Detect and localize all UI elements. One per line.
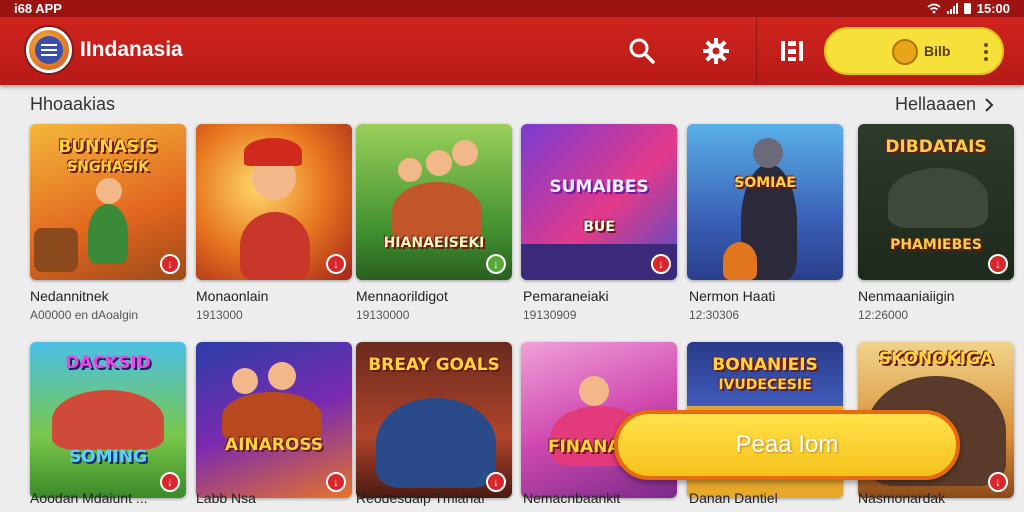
- search-button[interactable]: [624, 33, 660, 69]
- game-meta: 19130909: [523, 308, 577, 322]
- card-art-title: AINAROSS: [224, 435, 324, 455]
- chevron-right-icon: [985, 97, 994, 112]
- settings-button[interactable]: [698, 33, 734, 69]
- game-card[interactable]: BUNNASIS SNGHASIK ↓: [30, 124, 186, 280]
- character-head: [96, 178, 122, 204]
- more-icon[interactable]: [976, 37, 996, 67]
- game-card[interactable]: ↓: [196, 124, 352, 280]
- game-meta: 1913000: [196, 308, 243, 322]
- game-name[interactable]: Nenmaaniaiigin: [858, 288, 955, 304]
- game-meta: 12:30306: [689, 308, 740, 322]
- card-art-subtitle: SNGHASIK: [67, 159, 149, 175]
- character-head: [452, 140, 478, 166]
- game-meta: 12:26000: [858, 308, 909, 322]
- game-name[interactable]: Reodesdaip Tmlahaı: [356, 490, 485, 506]
- game-name[interactable]: Pemaraneiaki: [523, 288, 609, 304]
- see-all-link[interactable]: Hellaaaen: [895, 94, 994, 115]
- status-icons: 15:00: [927, 1, 1010, 16]
- coins-pill[interactable]: Bilb: [824, 27, 1004, 75]
- app-title: IIndanasia: [80, 38, 183, 61]
- card-art-subtitle: IVUDECESIE: [718, 377, 812, 393]
- download-icon[interactable]: ↓: [160, 472, 180, 492]
- character-head: [753, 138, 783, 168]
- card-art-title: SOMIAE: [734, 175, 796, 191]
- app-label: i68 APP: [14, 1, 62, 16]
- card-art-title: BUNNASIS: [58, 137, 158, 157]
- download-icon[interactable]: ↓: [988, 472, 1008, 492]
- download-icon[interactable]: ↓: [486, 254, 506, 274]
- card-art-title: SUMAIBES: [549, 177, 649, 197]
- coins-label: Bilb: [924, 43, 951, 59]
- character-head: [398, 158, 422, 182]
- game-meta: 19130000: [356, 308, 410, 322]
- download-icon[interactable]: ↓: [326, 472, 346, 492]
- menu-icon: [41, 44, 57, 56]
- game-name[interactable]: Mennaorildigot: [356, 288, 448, 304]
- game-name[interactable]: Nemacnbaankit: [523, 490, 620, 506]
- filter-button[interactable]: [774, 33, 810, 69]
- card-art-title: BONANIEIS: [712, 355, 818, 375]
- barrel-art: [34, 228, 78, 272]
- character-head: [579, 376, 609, 406]
- gear-icon: [703, 38, 729, 64]
- card-art-title: HIANAEISEKI: [383, 235, 485, 251]
- game-name[interactable]: Labb Nsa: [196, 490, 256, 506]
- card-art-subtitle: SOMING: [68, 447, 148, 467]
- search-icon: [629, 38, 655, 64]
- status-bar: i68 APP 15:00: [0, 0, 1024, 17]
- hair-art: [244, 138, 302, 166]
- game-meta: A00000 en dAoalgin: [30, 308, 139, 322]
- game-card[interactable]: AINAROSS ↓: [196, 342, 352, 498]
- character-group: [52, 390, 164, 450]
- game-name[interactable]: Nasmonardak: [858, 490, 945, 506]
- character-head: [232, 368, 258, 394]
- card-art-title: SKONOKIGA: [878, 349, 994, 369]
- character-group: [888, 168, 988, 228]
- card-art-title: DIBDATAIS: [885, 137, 987, 157]
- card-art-subtitle: PHAMIEBES: [890, 237, 982, 253]
- character-figure: [723, 242, 757, 280]
- game-card[interactable]: DIBDATAIS PHAMIEBES ↓: [858, 124, 1014, 280]
- clock: 15:00: [976, 1, 1010, 16]
- signal-icon: [946, 3, 958, 14]
- game-card[interactable]: BREAY GOALS ↓: [356, 342, 512, 498]
- download-icon[interactable]: ↓: [486, 472, 506, 492]
- game-card[interactable]: SOMIAE: [687, 124, 843, 280]
- game-card[interactable]: SUMAIBES BUE ↓: [521, 124, 677, 280]
- grid-icon: [781, 41, 803, 61]
- game-name[interactable]: Monaonlain: [196, 288, 268, 304]
- card-art-subtitle: BUE: [583, 219, 615, 235]
- game-card[interactable]: DACKSID SOMING ↓: [30, 342, 186, 498]
- character-head: [426, 150, 452, 176]
- game-name[interactable]: Nermon Haati: [689, 288, 775, 304]
- character-head: [268, 362, 296, 390]
- section-title: Hhoaakias: [30, 94, 116, 114]
- game-name[interactable]: Nedannitnek: [30, 288, 109, 304]
- appbar-divider: [756, 17, 757, 85]
- app-bar: IIndanasia Bilb: [0, 17, 1024, 85]
- game-card[interactable]: HIANAEISEKI ↓: [356, 124, 512, 280]
- character-figure: [88, 204, 128, 264]
- download-icon[interactable]: ↓: [988, 254, 1008, 274]
- card-art-title: DACKSID: [65, 353, 151, 373]
- character-group: [392, 182, 482, 242]
- download-icon[interactable]: ↓: [160, 254, 180, 274]
- character-figure: [240, 212, 310, 280]
- character-group: [376, 398, 496, 488]
- download-icon[interactable]: ↓: [326, 254, 346, 274]
- battery-icon: [963, 3, 971, 14]
- wifi-icon: [927, 3, 941, 14]
- card-art-title: BREAY GOALS: [368, 355, 500, 375]
- coin-icon: [892, 39, 918, 65]
- see-all-label: Hellaaaen: [895, 94, 977, 114]
- play-now-button[interactable]: Peaa Iom: [614, 410, 960, 480]
- download-icon[interactable]: ↓: [651, 254, 671, 274]
- game-name[interactable]: Aoodan Mdaiunt ...: [30, 490, 148, 506]
- app-logo[interactable]: [26, 27, 72, 73]
- game-name[interactable]: Danan Dantiel: [689, 490, 778, 506]
